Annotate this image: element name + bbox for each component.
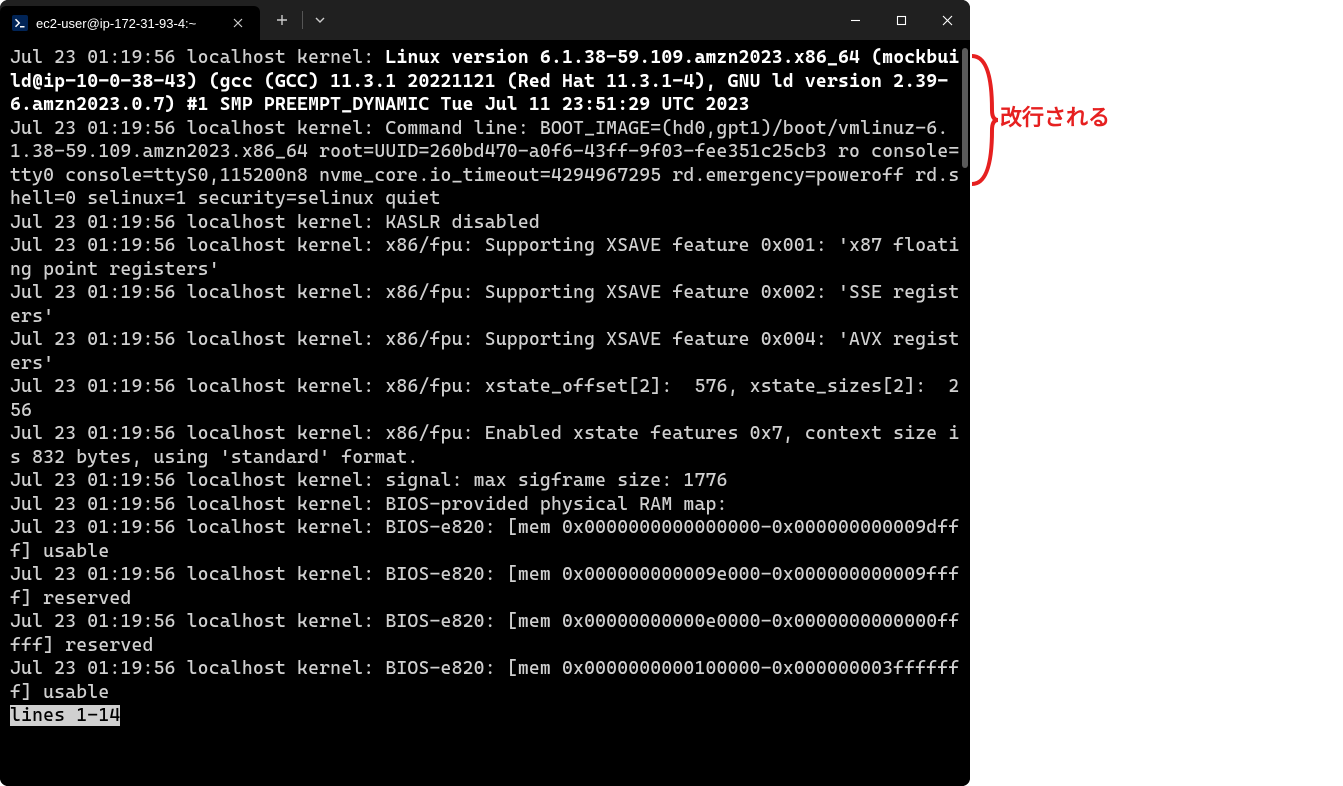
terminal-window: ec2-user@ip-172-31-93-4:~ <box>0 0 970 786</box>
terminal-content[interactable]: Jul 23 01:19:56 localhost kernel: Linux … <box>10 46 960 728</box>
terminal-line: Jul 23 01:19:56 localhost kernel: x86/fp… <box>10 376 959 421</box>
terminal-line: Jul 23 01:19:56 localhost kernel: BIOS-p… <box>10 494 728 515</box>
scrollbar[interactable] <box>962 48 968 776</box>
terminal-line: Jul 23 01:19:56 localhost kernel: BIOS-e… <box>10 564 959 609</box>
powershell-icon <box>12 15 28 31</box>
maximize-button[interactable] <box>878 0 924 40</box>
tab-dropdown-button[interactable] <box>305 4 335 36</box>
scrollbar-thumb[interactable] <box>962 48 968 168</box>
terminal-line: Jul 23 01:19:56 localhost kernel: x86/fp… <box>10 329 959 374</box>
pager-status: lines 1-14 <box>10 705 120 726</box>
terminal-line: Jul 23 01:19:56 localhost kernel: BIOS-e… <box>10 517 959 562</box>
terminal-line: Jul 23 01:19:56 localhost kernel: BIOS-e… <box>10 658 959 703</box>
terminal-line: Jul 23 01:19:56 localhost kernel: x86/fp… <box>10 282 959 327</box>
tab-close-button[interactable] <box>228 13 248 33</box>
minimize-button[interactable] <box>832 0 878 40</box>
terminal-line: Jul 23 01:19:56 localhost kernel: BIOS-e… <box>10 611 959 656</box>
terminal-line: Jul 23 01:19:56 localhost kernel: signal… <box>10 470 728 491</box>
titlebar[interactable]: ec2-user@ip-172-31-93-4:~ <box>0 0 970 40</box>
tab-title: ec2-user@ip-172-31-93-4:~ <box>36 16 196 31</box>
terminal-line: Jul 23 01:19:56 localhost kernel: x86/fp… <box>10 235 959 280</box>
terminal-line: Jul 23 01:19:56 localhost kernel: Linux … <box>10 47 959 115</box>
close-button[interactable] <box>924 0 970 40</box>
window-controls <box>832 0 970 40</box>
terminal-line: Jul 23 01:19:56 localhost kernel: x86/fp… <box>10 423 959 468</box>
terminal-line: Jul 23 01:19:56 localhost kernel: KASLR … <box>10 212 540 233</box>
titlebar-left: ec2-user@ip-172-31-93-4:~ <box>0 0 335 40</box>
divider <box>302 11 303 29</box>
annotation-text: 改行される <box>1000 100 1110 132</box>
terminal-line: Jul 23 01:19:56 localhost kernel: Comman… <box>10 118 959 210</box>
terminal-body[interactable]: Jul 23 01:19:56 localhost kernel: Linux … <box>0 40 970 786</box>
tab-active[interactable]: ec2-user@ip-172-31-93-4:~ <box>0 6 260 40</box>
new-tab-button[interactable] <box>264 4 300 36</box>
